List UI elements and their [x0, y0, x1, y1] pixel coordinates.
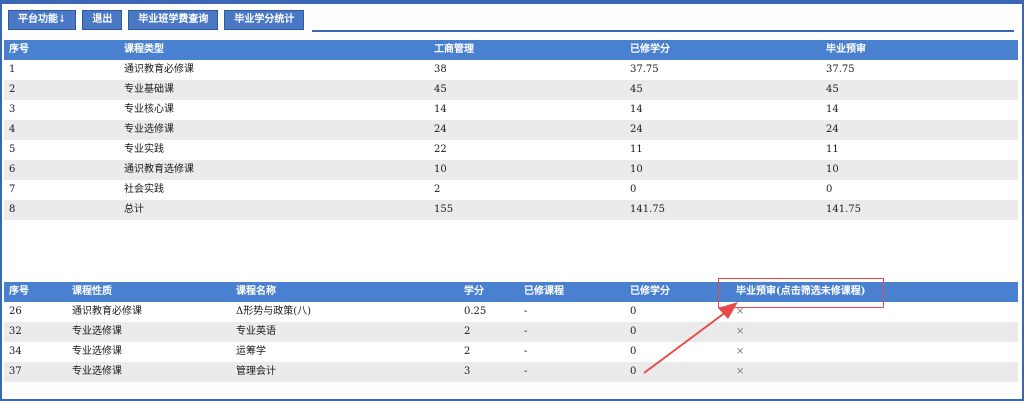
annotation-arrow-icon [643, 302, 738, 374]
app-frame: 平台功能↓ 退出 毕业班学费查询 毕业学分统计 序号 课程类型 工商管理 已修学… [0, 0, 1024, 401]
